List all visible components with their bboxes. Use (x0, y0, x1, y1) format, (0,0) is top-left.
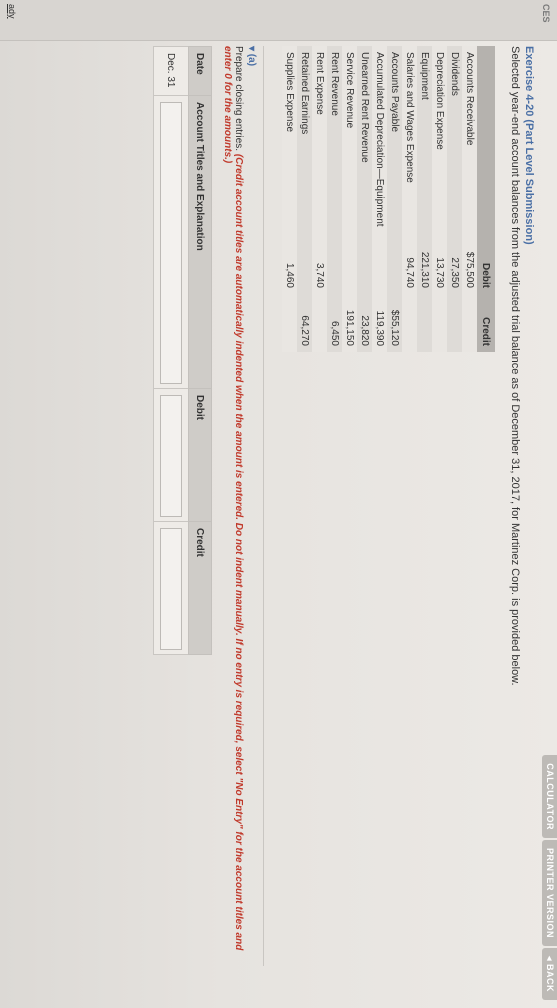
account-column-header (477, 46, 495, 236)
trial-balance-table: Debit Credit Accounts Receivable $75,500 D… (282, 46, 495, 352)
trial-balance-header: Debit Credit (477, 46, 495, 352)
trial-balance-row: Rent Revenue 6,450 (327, 46, 342, 352)
trial-balance-row: Equipment 221,310 (417, 46, 432, 352)
account-name-cell: Salaries and Wages Expense (402, 46, 417, 236)
journal-row: Dec. 31 (153, 46, 189, 655)
account-name-cell: Dividends (447, 46, 462, 236)
credit-amount-cell: 23,820 (357, 294, 372, 352)
debit-amount-cell: 94,740 (402, 236, 417, 294)
debit-column-header: Debit (477, 236, 495, 294)
trial-balance-row: Depreciation Expense 13,730 (432, 46, 447, 352)
trial-balance-row: Salaries and Wages Expense 94,740 (402, 46, 417, 352)
trial-balance-row: Rent Expense 3,740 (312, 46, 327, 352)
trial-balance-row: Accumulated Depreciation—Equipment 119,39… (372, 46, 387, 352)
account-name-cell: Accounts Receivable (462, 46, 477, 236)
trial-balance-row: Service Revenue 191,150 (342, 46, 357, 352)
rotated-screen: CALCULATOR PRINTER VERSION ◂ BACK CES ad… (0, 0, 557, 1008)
calculator-button[interactable]: CALCULATOR (542, 755, 557, 838)
credit-amount-cell (282, 294, 297, 352)
printer-version-button[interactable]: PRINTER VERSION (542, 839, 557, 946)
instruction-text: (Credit account titles are automatically… (222, 46, 244, 951)
account-title-input[interactable] (160, 102, 182, 384)
prepare-text: Prepare closing entries. (233, 46, 244, 152)
credit-amount-cell: 191,150 (342, 294, 357, 352)
exercise-intro: Selected year-end account balances from … (509, 46, 521, 686)
trial-balance-row: Supplies Expense 1,460 (282, 46, 297, 352)
credit-amount-cell (417, 294, 432, 352)
back-button[interactable]: ◂ BACK (542, 947, 557, 1000)
debit-amount-cell: 221,310 (417, 236, 432, 294)
credit-amount-cell: 119,390 (372, 294, 387, 352)
credit-amount-cell (432, 294, 447, 352)
trial-balance-row: Retained Earnings 64,270 (297, 46, 312, 352)
account-name-cell: Equipment (417, 46, 432, 236)
account-titles-header: Account Titles and Explanation (188, 95, 212, 389)
exercise-title: Exercise 4-20 (Part Level Submission) (523, 46, 535, 245)
account-name-cell: Retained Earnings (297, 46, 312, 236)
debit-amount-cell (357, 236, 372, 294)
part-a-section: ▾ (a) Prepare closing entries. (Credit a… (153, 46, 264, 966)
trial-balance-row: Accounts Payable $55,120 (387, 46, 402, 352)
main-content: Exercise 4-20 (Part Level Submission) Se… (153, 46, 543, 986)
debit-cell (153, 388, 189, 522)
journal-debit-header: Debit (188, 388, 212, 522)
debit-amount-cell (342, 236, 357, 294)
credit-amount-cell (447, 294, 462, 352)
account-name-cell: Accumulated Depreciation—Equipment (372, 46, 387, 236)
debit-amount-cell (297, 236, 312, 294)
journal-entry-table: Date Account Titles and Explanation Debi… (153, 46, 212, 655)
debit-amount-cell: 3,740 (312, 236, 327, 294)
trial-balance-row: Accounts Receivable $75,500 (462, 46, 477, 352)
debit-amount-cell (372, 236, 387, 294)
account-name-cell: Supplies Expense (282, 46, 297, 236)
credit-cell (153, 521, 189, 655)
debit-amount-cell: 27,350 (447, 236, 462, 294)
account-name-cell: Rent Revenue (327, 46, 342, 236)
left-sidebar: CES ady (0, 0, 557, 41)
account-name-cell: Service Revenue (342, 46, 357, 236)
credit-amount-cell (462, 294, 477, 352)
debit-amount-cell (327, 236, 342, 294)
journal-credit-header: Credit (188, 521, 212, 655)
part-a-toggle[interactable]: ▾ (a) (246, 46, 257, 966)
tool-buttons: CALCULATOR PRINTER VERSION ◂ BACK (542, 755, 557, 1000)
account-name-cell: Rent Expense (312, 46, 327, 236)
account-name-cell: Accounts Payable (387, 46, 402, 236)
account-title-cell (153, 95, 189, 389)
journal-date-cell: Dec. 31 (153, 46, 189, 96)
sidebar-link-bottom[interactable]: ady (7, 4, 17, 19)
part-a-instructions: Prepare closing entries. (Credit account… (222, 46, 244, 966)
debit-amount-cell (387, 236, 402, 294)
debit-amount-cell: 13,730 (432, 236, 447, 294)
top-toolbar: CALCULATOR PRINTER VERSION ◂ BACK (542, 0, 557, 1008)
debit-amount-input[interactable] (160, 395, 182, 517)
debit-amount-cell: $75,500 (462, 236, 477, 294)
trial-balance-row: Unearned Rent Revenue 23,820 (357, 46, 372, 352)
credit-amount-cell: 64,270 (297, 294, 312, 352)
journal-header: Date Account Titles and Explanation Debi… (188, 46, 212, 655)
credit-amount-input[interactable] (160, 528, 182, 650)
credit-amount-cell (402, 294, 417, 352)
account-name-cell: Unearned Rent Revenue (357, 46, 372, 236)
credit-amount-cell: 6,450 (327, 294, 342, 352)
credit-amount-cell (312, 294, 327, 352)
debit-amount-cell: 1,460 (282, 236, 297, 294)
credit-amount-cell: $55,120 (387, 294, 402, 352)
credit-column-header: Credit (477, 294, 495, 352)
sidebar-label-top: CES (541, 4, 551, 23)
account-name-cell: Depreciation Expense (432, 46, 447, 236)
trial-balance-row: Dividends 27,350 (447, 46, 462, 352)
date-header: Date (188, 46, 212, 96)
